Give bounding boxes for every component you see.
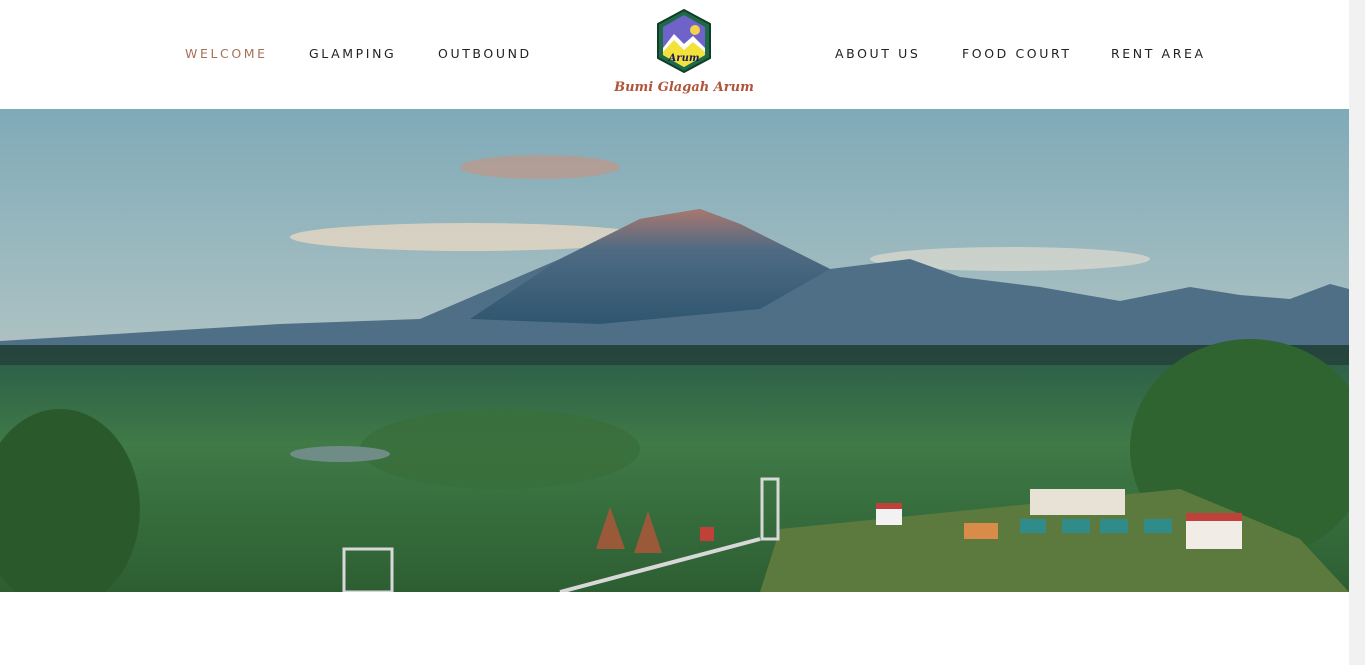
landscape-illustration [0,109,1349,592]
nav-food-court[interactable]: FOOD COURT [962,46,1072,61]
nav-about-us[interactable]: ABOUT US [835,46,920,61]
nav-rent-area[interactable]: RENT AREA [1111,46,1206,61]
nav-glamping[interactable]: GLAMPING [309,46,396,61]
logo-badge-text: Arum [668,53,700,64]
nav-outbound[interactable]: OUTBOUND [438,46,532,61]
logo-name: Bumi Glagah Arum [614,80,754,95]
page-scrollbar[interactable] [1349,0,1365,665]
nav-welcome[interactable]: WELCOME [185,46,268,61]
logo-badge-icon: Arum [657,8,711,74]
hero-banner-image [0,109,1349,592]
site-logo[interactable]: Arum Bumi Glagah Arum [614,8,754,100]
site-header: WELCOME GLAMPING OUTBOUND Arum Bumi Glag… [0,0,1349,109]
